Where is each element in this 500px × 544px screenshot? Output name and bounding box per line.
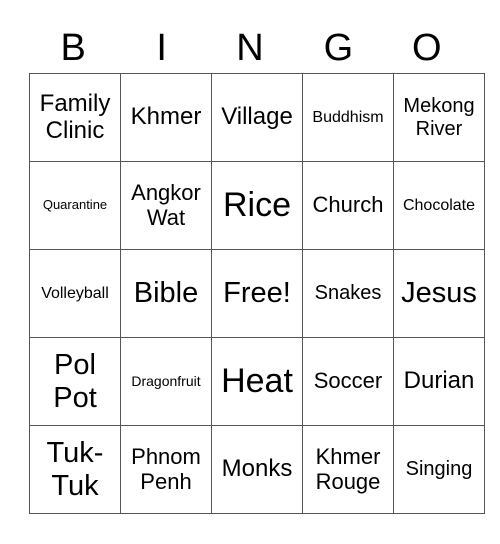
bingo-cell[interactable]: Heat — [211, 337, 303, 426]
bingo-cell[interactable]: Jesus — [393, 249, 485, 338]
bingo-header: B I N G O — [29, 22, 471, 74]
bingo-cell[interactable]: Quarantine — [29, 161, 121, 250]
free-space-cell[interactable]: Free! — [211, 249, 303, 338]
bingo-cell[interactable]: Phnom Penh — [120, 425, 212, 514]
header-letter-g: G — [323, 27, 354, 69]
bingo-cell[interactable]: Volleyball — [29, 249, 121, 338]
bingo-cell[interactable]: Family Clinic — [29, 73, 121, 162]
bingo-row: Quarantine Angkor Wat Rice Church Chocolate — [29, 161, 485, 250]
bingo-grid: Family Clinic Khmer Village Buddhism Mekong … — [29, 73, 485, 514]
bingo-cell[interactable]: Khmer — [120, 73, 212, 162]
bingo-row: Tuk-Tuk Phnom Penh Monks Khmer Rouge Singing — [29, 425, 485, 514]
header-letter-o: O — [412, 27, 442, 69]
bingo-row: Volleyball Bible Free! Snakes Jesus — [29, 249, 485, 338]
bingo-cell[interactable]: Dragonfruit — [120, 337, 212, 426]
bingo-cell[interactable]: Singing — [393, 425, 485, 514]
bingo-cell[interactable]: Church — [302, 161, 394, 250]
bingo-cell[interactable]: Durian — [393, 337, 485, 426]
bingo-row: Pol Pot Dragonfruit Heat Soccer Durian — [29, 337, 485, 426]
bingo-cell[interactable]: Monks — [211, 425, 303, 514]
header-letter-b: B — [60, 27, 86, 69]
bingo-cell[interactable]: Snakes — [302, 249, 394, 338]
bingo-cell[interactable]: Tuk-Tuk — [29, 425, 121, 514]
bingo-cell[interactable]: Angkor Wat — [120, 161, 212, 250]
bingo-row: Family Clinic Khmer Village Buddhism Mekong … — [29, 73, 485, 162]
bingo-cell[interactable]: Mekong River — [393, 73, 485, 162]
bingo-cell[interactable]: Chocolate — [393, 161, 485, 250]
bingo-cell[interactable]: Khmer Rouge — [302, 425, 394, 514]
bingo-cell[interactable]: Soccer — [302, 337, 394, 426]
bingo-cell[interactable]: Rice — [211, 161, 303, 250]
bingo-cell[interactable]: Village — [211, 73, 303, 162]
bingo-cell[interactable]: Buddhism — [302, 73, 394, 162]
header-letter-i: I — [156, 27, 167, 69]
header-letter-n: N — [236, 27, 264, 69]
bingo-cell[interactable]: Pol Pot — [29, 337, 121, 426]
bingo-cell[interactable]: Bible — [120, 249, 212, 338]
